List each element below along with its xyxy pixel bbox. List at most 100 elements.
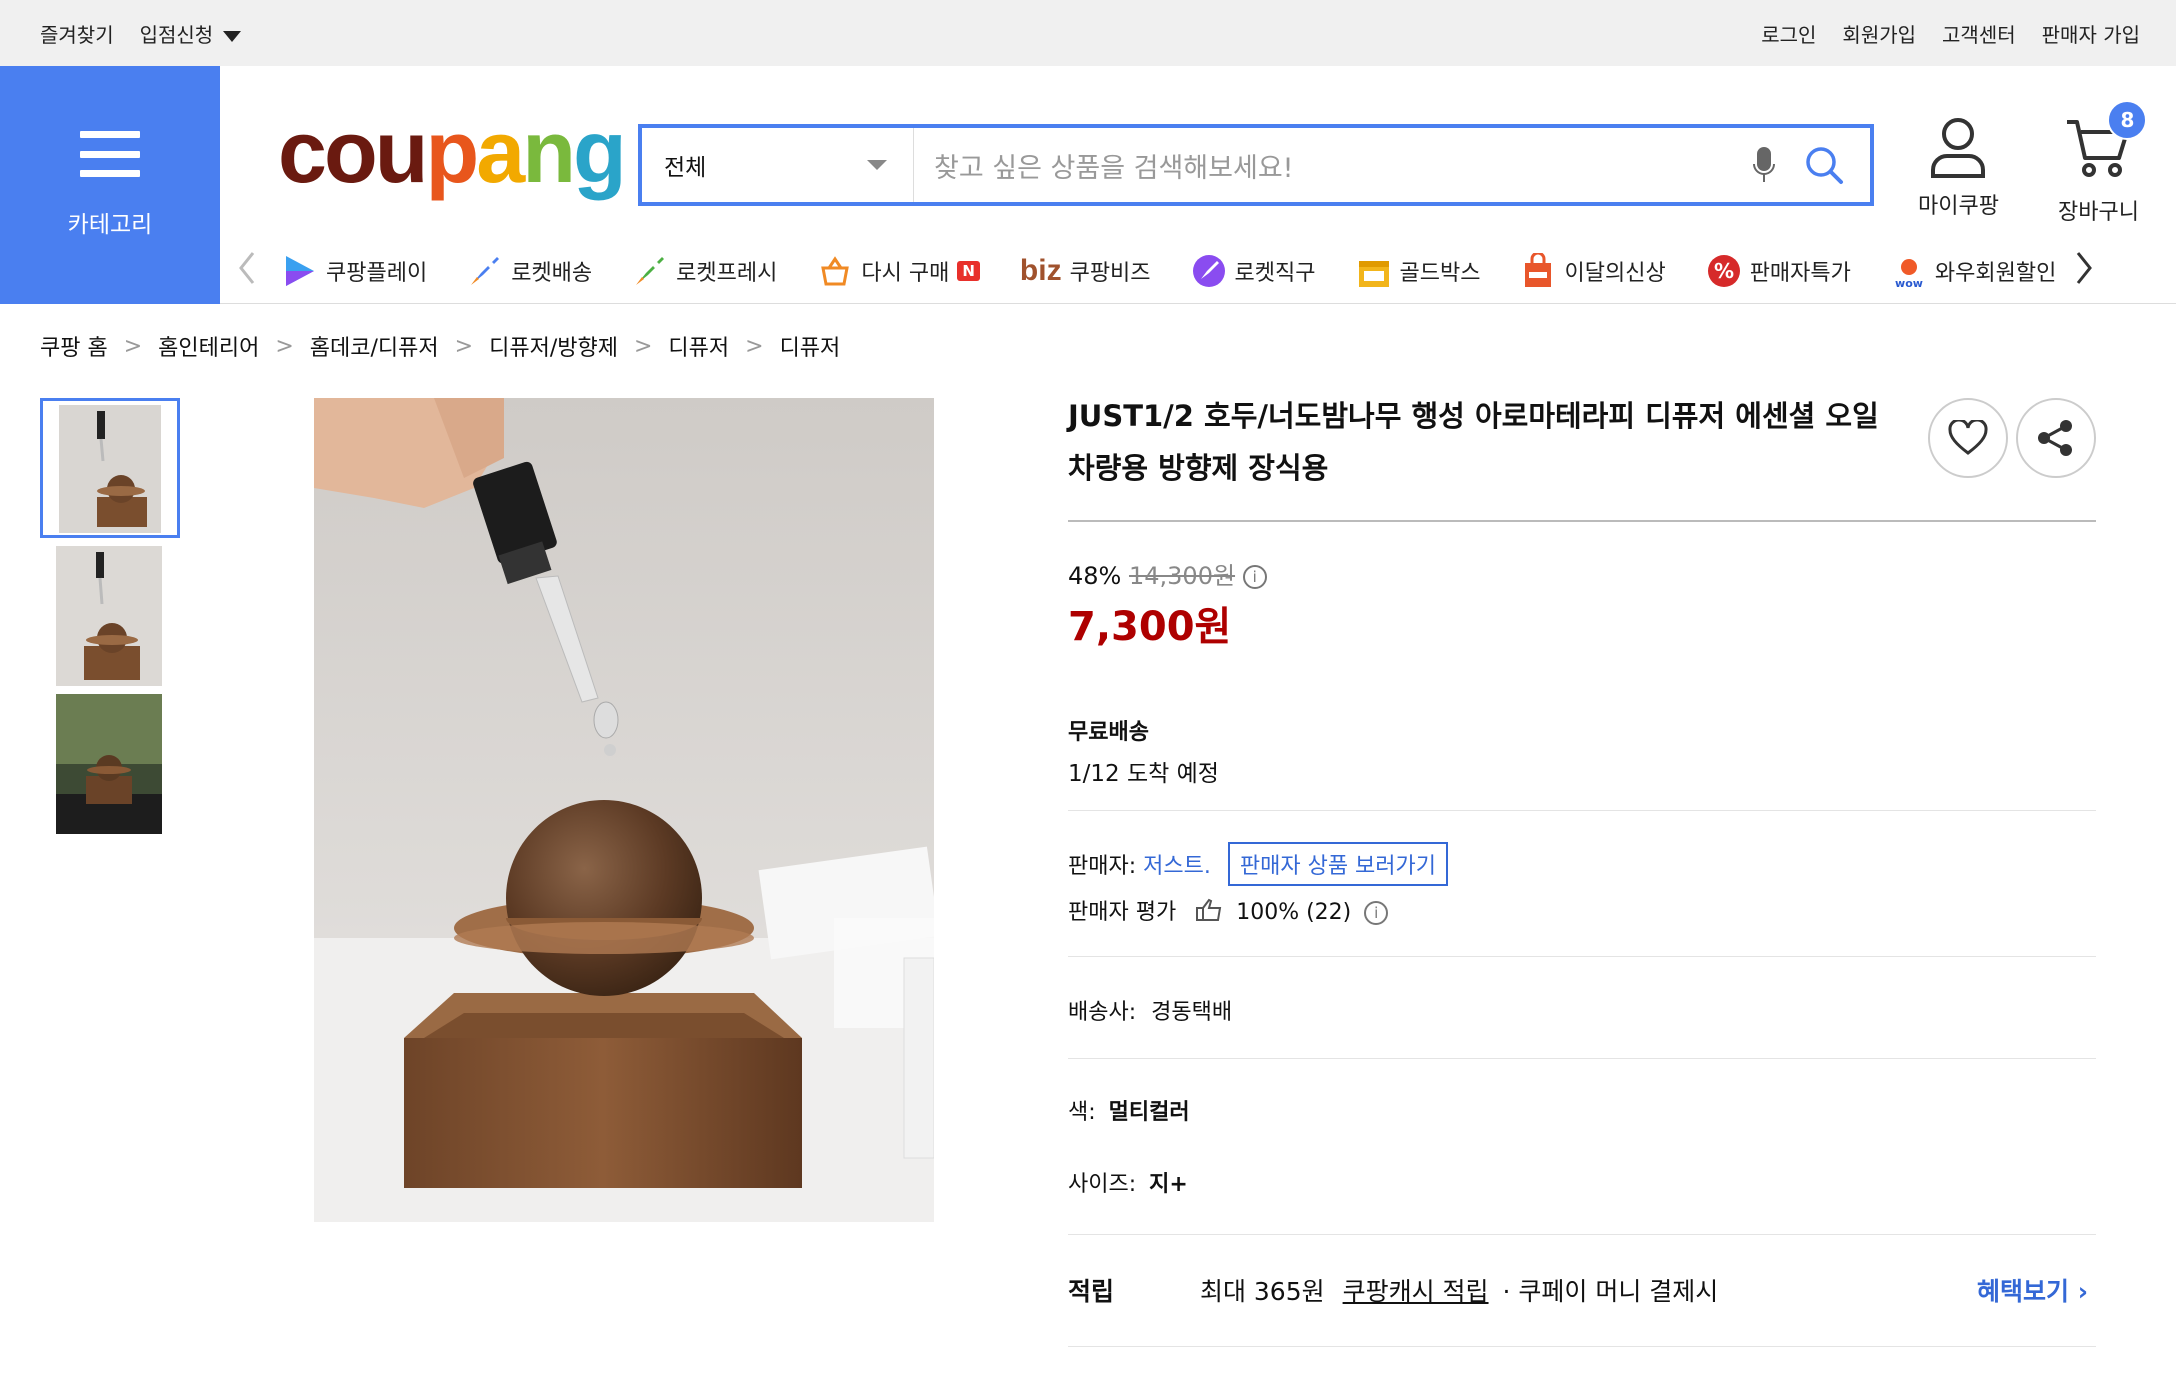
wow-icon: wow <box>1891 253 1927 289</box>
nav-item-seller-deals[interactable]: % 판매자특가 <box>1706 253 1851 289</box>
breadcrumb-item[interactable]: 디퓨저 <box>780 330 841 362</box>
seller-signup-link[interactable]: 판매자 가입 <box>2042 19 2140 48</box>
svg-text:wow: wow <box>1895 277 1923 289</box>
nav-item-rocket-fresh[interactable]: 로켓프레시 <box>632 253 777 289</box>
divider <box>1068 520 2096 522</box>
breadcrumb-item[interactable]: 디퓨저 <box>668 330 729 362</box>
benefit-link[interactable]: 혜택보기 › <box>1977 1272 2088 1308</box>
my-coupang-button[interactable]: 마이쿠팡 <box>1918 116 1999 220</box>
percent-badge-icon: % <box>1706 253 1742 289</box>
nav-next-arrow-icon[interactable] <box>2069 251 2099 291</box>
svg-text:%: % <box>1714 259 1734 283</box>
search-category-select[interactable]: 전체 <box>642 128 914 202</box>
store-apply-link[interactable]: 입점신청 <box>140 19 242 48</box>
store-apply-label: 입점신청 <box>139 22 214 47</box>
carrier-row: 배송사: 경동택배 <box>1068 994 1232 1026</box>
category-button[interactable]: 카테고리 <box>0 66 220 304</box>
info-icon[interactable]: i <box>1242 565 1267 589</box>
chevron-down-icon <box>867 160 887 170</box>
thumbnail-2[interactable] <box>56 546 162 686</box>
breadcrumb-item[interactable]: 홈인테리어 <box>158 330 259 362</box>
my-coupang-label: 마이쿠팡 <box>1918 194 1999 219</box>
nav-item-goldbox[interactable]: 골드박스 <box>1356 253 1481 289</box>
sale-price: 7,300원 <box>1068 604 1232 650</box>
info-icon[interactable]: i <box>1364 901 1389 925</box>
chevron-right-icon: > <box>123 333 143 359</box>
discount-rate: 48% <box>1068 562 1122 590</box>
shipping-label: 무료배송 <box>1068 720 1149 745</box>
seller-rating-label: 판매자 평가 <box>1068 900 1177 925</box>
search-input[interactable]: 찾고 싶은 상품을 검색해보세요! <box>914 146 1744 185</box>
bookmark-link[interactable]: 즐겨찾기 <box>40 19 114 48</box>
nav-label: 와우회원할인 <box>1934 261 2055 286</box>
nav-label: 골드박스 <box>1399 261 1481 286</box>
wishlist-button[interactable] <box>1928 398 2008 478</box>
share-button[interactable] <box>2016 398 2096 478</box>
carrier-value: 경동택배 <box>1151 1000 1233 1025</box>
breadcrumb-item[interactable]: 디퓨저/방향제 <box>489 330 618 362</box>
divider <box>1068 956 2096 957</box>
microphone-icon[interactable] <box>1744 146 1784 184</box>
nav-item-new-arrivals[interactable]: 이달의신상 <box>1520 253 1666 289</box>
nav-label: 이달의신상 <box>1564 261 1666 286</box>
biz-logo: biz <box>1019 254 1062 287</box>
size-option-row[interactable]: 사이즈: 지+ <box>1068 1166 1188 1198</box>
seller-name-link[interactable]: 저스트. <box>1143 854 1211 879</box>
color-option-row[interactable]: 색: 멀티컬러 <box>1068 1094 1190 1126</box>
dropdown-triangle-icon <box>223 30 242 42</box>
seller-products-button[interactable]: 판매자 상품 보러가기 <box>1227 842 1449 886</box>
coupang-cash-link[interactable]: 쿠팡캐시 적립 <box>1343 1277 1489 1306</box>
price-discount-row: 48% 14,300원 i <box>1068 556 1267 591</box>
search-bar: 전체 찾고 싶은 상품을 검색해보세요! <box>638 124 1874 206</box>
search-icon[interactable] <box>1802 145 1846 185</box>
nav-label: 쿠팡비즈 <box>1069 261 1151 286</box>
carrier-label: 배송사: <box>1068 1000 1137 1025</box>
chevron-right-icon: > <box>745 333 764 359</box>
reward-label: 적립 <box>1068 1277 1115 1306</box>
nav-label: 로켓직구 <box>1234 261 1316 286</box>
reward-amount: 최대 365원 <box>1199 1277 1325 1306</box>
customer-center-link[interactable]: 고객센터 <box>1942 19 2016 48</box>
seller-row: 판매자: 저스트. 판매자 상품 보러가기 <box>1068 842 1449 886</box>
rocket-direct-icon <box>1191 253 1227 289</box>
cart-count-badge: 8 <box>2107 100 2148 140</box>
coupang-logo[interactable]: coupang <box>278 108 627 196</box>
chevron-right-icon: › <box>2077 1277 2088 1306</box>
color-value: 멀티컬러 <box>1108 1100 1190 1125</box>
cart-button[interactable]: 8 장바구니 <box>2058 100 2148 226</box>
cart-label: 장바구니 <box>2058 200 2139 225</box>
breadcrumb: 쿠팡 홈 > 홈인테리어 > 홈데코/디퓨저 > 디퓨저/방향제 > 디퓨저 > 디퓨저 <box>40 330 840 362</box>
benefit-label: 혜택보기 <box>1976 1277 2069 1306</box>
thumbnail-1[interactable] <box>40 398 180 538</box>
breadcrumb-item[interactable]: 쿠팡 홈 <box>40 330 108 362</box>
nav-item-coupang-play[interactable]: 쿠팡플레이 <box>282 253 427 289</box>
chevron-right-icon: > <box>633 333 653 359</box>
divider <box>1068 1058 2096 1059</box>
thumbs-up-icon <box>1195 898 1223 928</box>
nav-item-coupang-biz[interactable]: biz 쿠팡비즈 <box>1020 254 1151 288</box>
size-label: 사이즈: <box>1068 1172 1137 1197</box>
nav-item-wow-discount[interactable]: wow 와우회원할인 <box>1891 253 2055 289</box>
breadcrumb-item[interactable]: 홈데코/디퓨저 <box>310 330 439 362</box>
category-label: 카테고리 <box>67 212 153 238</box>
divider <box>1068 1346 2096 1347</box>
login-link[interactable]: 로그인 <box>1761 19 1816 48</box>
shopping-bag-icon <box>1520 253 1556 289</box>
basket-icon <box>817 253 853 289</box>
seller-rating-value: 100% (22) <box>1236 900 1352 925</box>
rocket-icon <box>467 253 503 289</box>
original-price: 14,300원 <box>1128 562 1236 590</box>
nav-item-rocket-delivery[interactable]: 로켓배송 <box>467 253 592 289</box>
nav-prev-arrow-icon[interactable] <box>232 251 262 291</box>
product-title: JUST1/2 호두/너도밤나무 행성 아로마테라피 디퓨저 에센셜 오일 차량… <box>1068 399 1879 485</box>
product-thumbnail-image <box>56 694 162 834</box>
nav-item-rocket-direct[interactable]: 로켓직구 <box>1191 253 1316 289</box>
nav-item-repurchase[interactable]: 다시 구매 N <box>817 253 980 289</box>
product-main-image[interactable] <box>314 398 940 1222</box>
signup-link[interactable]: 회원가입 <box>1842 19 1916 48</box>
thumbnail-3[interactable] <box>56 694 162 834</box>
product-thumbnail-image <box>56 546 162 686</box>
divider <box>220 303 2176 304</box>
heart-icon <box>1948 420 1988 455</box>
seller-label: 판매자: <box>1068 854 1137 879</box>
